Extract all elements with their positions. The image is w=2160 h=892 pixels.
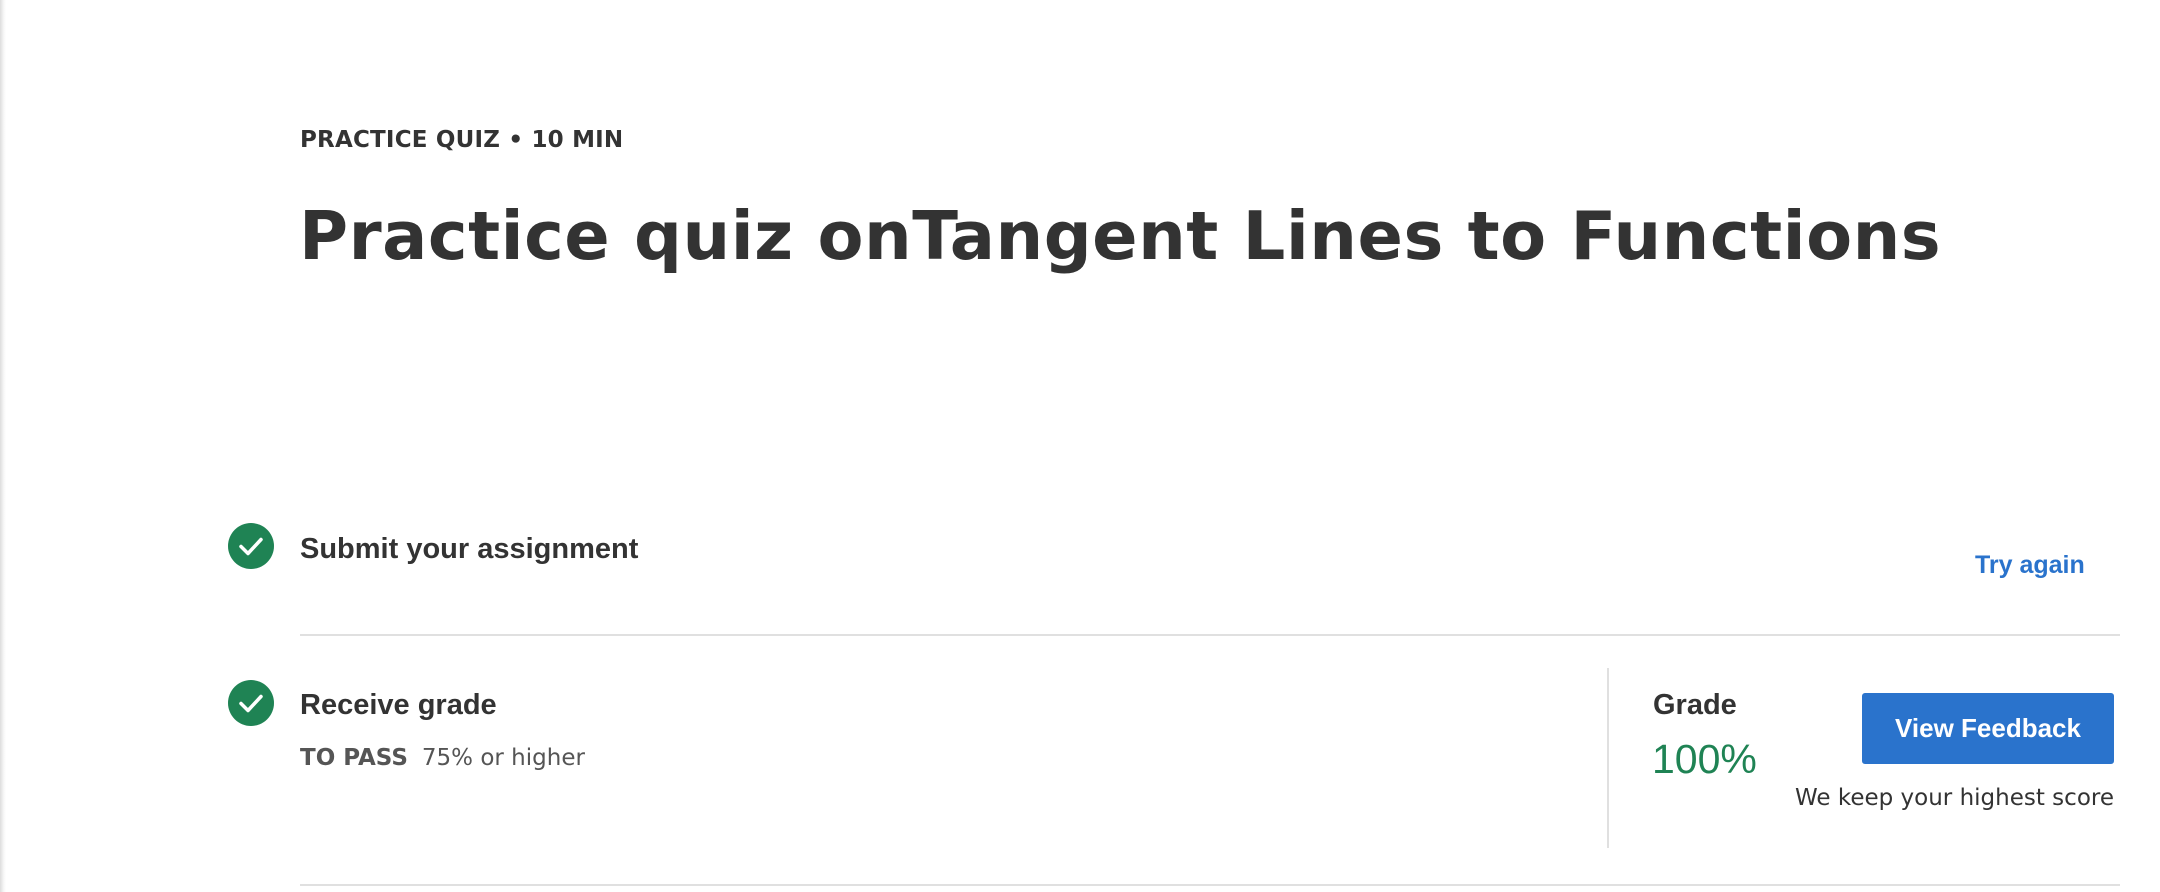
grade-label: Grade bbox=[1653, 689, 1737, 721]
try-again-link[interactable]: Try again bbox=[1975, 551, 2085, 580]
highest-score-note: We keep your highest score bbox=[1794, 785, 2114, 811]
divider bbox=[300, 884, 2120, 886]
quiz-page: PRACTICE QUIZ • 10 MIN Practice quiz onT… bbox=[0, 0, 2160, 892]
to-pass-value: 75% or higher bbox=[421, 745, 585, 771]
check-circle-icon bbox=[228, 523, 274, 569]
page-title: Practice quiz onTangent Lines to Functio… bbox=[299, 197, 1942, 275]
left-edge-shadow bbox=[0, 0, 6, 892]
view-feedback-button[interactable]: View Feedback bbox=[1862, 693, 2114, 764]
check-circle-icon bbox=[228, 680, 274, 726]
divider bbox=[300, 634, 2120, 636]
grade-value: 100% bbox=[1652, 736, 1757, 782]
vertical-divider bbox=[1607, 668, 1609, 848]
receive-grade-label: Receive grade bbox=[300, 689, 497, 721]
submit-step-label: Submit your assignment bbox=[300, 533, 639, 565]
item-meta: PRACTICE QUIZ • 10 MIN bbox=[300, 127, 624, 153]
pass-requirement: TO PASS 75% or higher bbox=[300, 745, 585, 771]
to-pass-label: TO PASS bbox=[300, 745, 408, 771]
